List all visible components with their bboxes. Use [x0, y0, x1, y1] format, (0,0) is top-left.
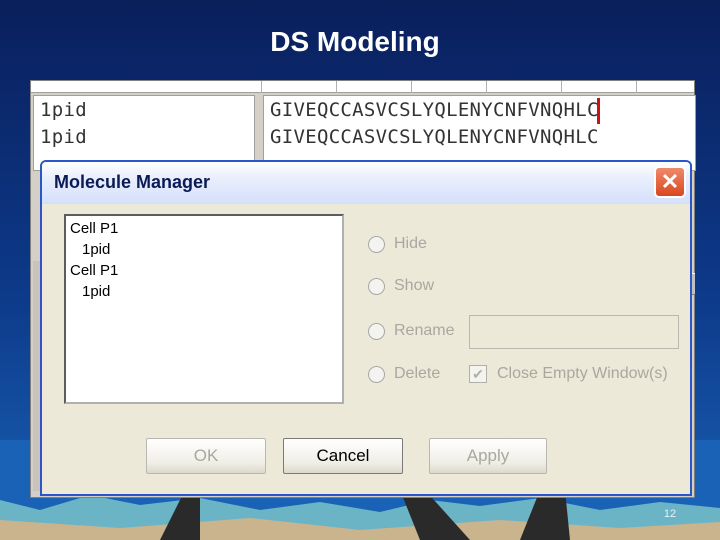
ruler-tick — [486, 81, 487, 93]
slide-title: DS Modeling — [270, 26, 440, 57]
ok-button[interactable]: OK — [146, 438, 266, 474]
rename-option[interactable]: Rename — [368, 320, 454, 342]
sequence-text[interactable]: GIVEQCCASVCSLYQLENYCNFVNQHLC — [270, 126, 599, 148]
close-button[interactable]: ✕ — [654, 166, 686, 198]
show-radio[interactable] — [368, 277, 385, 295]
sequence-ruler — [31, 81, 694, 93]
dialog-title: Molecule Manager — [54, 172, 211, 192]
ruler-tick — [336, 81, 337, 93]
show-label: Show — [394, 277, 435, 294]
sequence-name[interactable]: 1pid — [40, 99, 87, 121]
show-option[interactable]: Show — [368, 275, 434, 297]
ruler-tick — [411, 81, 412, 93]
ruler-tick — [636, 81, 637, 93]
close-icon: ✕ — [660, 169, 680, 194]
rename-radio[interactable] — [368, 322, 385, 340]
close-empty-checkbox[interactable]: ✔ — [469, 365, 487, 383]
list-item[interactable]: Cell P1 — [70, 218, 338, 239]
delete-radio[interactable] — [368, 365, 385, 383]
checkmark-icon: ✔ — [472, 365, 484, 382]
sequence-name[interactable]: 1pid — [40, 126, 87, 148]
hide-label: Hide — [394, 235, 427, 252]
delete-label: Delete — [394, 365, 441, 382]
ruler-tick — [261, 81, 262, 93]
molecule-list[interactable]: Cell P1 1pid Cell P1 1pid — [64, 214, 344, 404]
rename-label: Rename — [394, 322, 455, 339]
apply-button[interactable]: Apply — [429, 438, 547, 474]
page-number: 12 — [663, 508, 677, 520]
close-empty-windows-option[interactable]: ✔ Close Empty Window(s) — [469, 362, 668, 386]
molecule-manager-dialog: Molecule Manager ✕ Cell P1 1pid Cell P1 … — [40, 160, 692, 496]
dialog-titlebar[interactable]: Molecule Manager ✕ — [42, 162, 690, 204]
close-empty-label: Close Empty Window(s) — [497, 365, 668, 382]
sequence-cursor — [597, 98, 600, 124]
sequence-text[interactable]: GIVEQCCASVCSLYQLENYCNFVNQHLC — [270, 99, 599, 121]
cancel-button[interactable]: Cancel — [283, 438, 403, 474]
delete-option[interactable]: Delete — [368, 363, 440, 385]
list-item[interactable]: 1pid — [70, 281, 338, 302]
hide-option[interactable]: Hide — [368, 233, 427, 255]
list-item[interactable]: 1pid — [70, 239, 338, 260]
rename-input[interactable] — [469, 315, 679, 349]
list-item[interactable]: Cell P1 — [70, 260, 338, 281]
ruler-tick — [561, 81, 562, 93]
hide-radio[interactable] — [368, 235, 385, 253]
slide: DS Modeling 1pid 1pid GIVEQCCASVCSLYQLEN… — [0, 0, 720, 540]
